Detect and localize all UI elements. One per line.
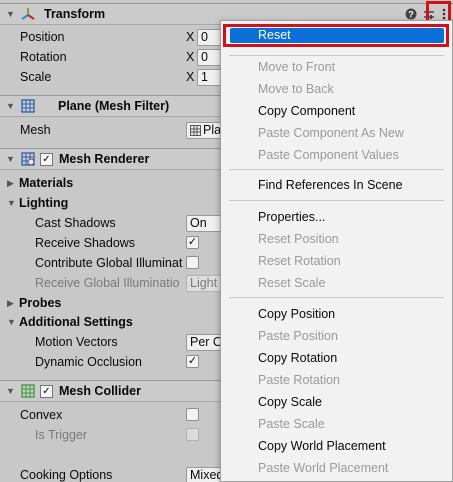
- receive-shadows-label: Receive Shadows: [35, 236, 136, 250]
- menu-item-reset-position[interactable]: Reset Position: [221, 228, 452, 250]
- scale-x-label: X: [186, 70, 195, 84]
- menu-item-paste-rotation[interactable]: Paste Rotation: [221, 369, 452, 391]
- additional-settings-section[interactable]: ▼ Additional Settings: [0, 312, 133, 332]
- mesh-label: Mesh: [20, 123, 51, 137]
- plane-title: Plane (Mesh Filter): [58, 99, 170, 113]
- menu-item-properties[interactable]: Properties...: [221, 206, 452, 228]
- menu-separator: [229, 297, 444, 298]
- position-label: Position: [20, 30, 65, 44]
- probes-section[interactable]: ▶ Probes: [0, 293, 61, 313]
- menu-item-find-references[interactable]: Find References In Scene: [221, 174, 452, 196]
- mesh-filter-grid-icon: [20, 98, 36, 114]
- lighting-label: Lighting: [19, 196, 69, 210]
- expand-arrow-icon: ▶: [7, 297, 14, 308]
- lighting-section[interactable]: ▼ Lighting: [0, 193, 68, 213]
- menu-item-move-to-front[interactable]: Move to Front: [221, 56, 452, 78]
- mesh-collider-enabled-checkbox[interactable]: ✓: [40, 384, 53, 398]
- position-x-label: X: [186, 30, 195, 44]
- mesh-renderer-enabled-checkbox[interactable]: ✓: [40, 152, 53, 166]
- is-trigger-label: Is Trigger: [35, 428, 88, 442]
- cast-shadows-label: Cast Shadows: [35, 216, 116, 230]
- materials-section[interactable]: ▶ Materials: [0, 173, 73, 193]
- menu-item-copy-position[interactable]: Copy Position: [221, 303, 452, 325]
- menu-item-paste-component-values[interactable]: Paste Component Values: [221, 144, 452, 166]
- menu-separator: [229, 200, 444, 201]
- collapse-arrow-icon: ▼: [7, 198, 16, 208]
- menu-item-copy-scale[interactable]: Copy Scale: [221, 391, 452, 413]
- is-trigger-checkbox[interactable]: [186, 428, 199, 441]
- convex-checkbox[interactable]: [186, 408, 199, 421]
- component-context-menu: Reset Move to Front Move to Back Copy Co…: [220, 20, 453, 482]
- transform-title: Transform: [44, 7, 106, 21]
- reset-highlight-box: [223, 24, 449, 47]
- contribute-gi-checkbox[interactable]: [186, 256, 199, 269]
- menu-item-paste-scale[interactable]: Paste Scale: [221, 413, 452, 435]
- mesh-collider-title: Mesh Collider: [59, 384, 141, 398]
- menu-item-paste-world-placement[interactable]: Paste World Placement: [221, 457, 452, 479]
- svg-text:?: ?: [408, 10, 414, 20]
- convex-label: Convex: [20, 408, 63, 422]
- menu-item-paste-position[interactable]: Paste Position: [221, 325, 452, 347]
- transform-axis-icon: [20, 6, 36, 22]
- menu-separator: [229, 169, 444, 170]
- collapse-arrow-icon[interactable]: ▼: [6, 386, 16, 396]
- contribute-gi-label: Contribute Global Illuminat: [35, 256, 183, 270]
- scale-label: Scale: [20, 70, 52, 84]
- menu-item-copy-component[interactable]: Copy Component: [221, 100, 452, 122]
- additional-settings-label: Additional Settings: [19, 315, 133, 329]
- dynamic-occlusion-checkbox[interactable]: ✓: [186, 355, 199, 368]
- menu-item-copy-world-placement[interactable]: Copy World Placement: [221, 435, 452, 457]
- probes-label: Probes: [19, 296, 62, 310]
- menu-item-move-to-back[interactable]: Move to Back: [221, 78, 452, 100]
- cooking-options-label: Cooking Options: [20, 468, 113, 482]
- menu-item-copy-rotation[interactable]: Copy Rotation: [221, 347, 452, 369]
- menu-item-reset-scale[interactable]: Reset Scale: [221, 272, 452, 294]
- menu-item-reset-rotation[interactable]: Reset Rotation: [221, 250, 452, 272]
- collapse-arrow-icon[interactable]: ▼: [6, 154, 16, 164]
- materials-label: Materials: [19, 176, 74, 190]
- mesh-grid-icon: [190, 125, 201, 138]
- collapse-arrow-icon: ▼: [7, 317, 16, 327]
- expand-arrow-icon: ▶: [7, 177, 14, 188]
- receive-gi-label: Receive Global Illuminatio: [35, 276, 180, 290]
- receive-shadows-checkbox[interactable]: ✓: [186, 236, 199, 249]
- mesh-value: Pla: [203, 123, 222, 137]
- rotation-x-label: X: [186, 50, 195, 64]
- mesh-collider-icon: [20, 383, 36, 399]
- mesh-renderer-title: Mesh Renderer: [59, 152, 150, 166]
- rotation-label: Rotation: [20, 50, 67, 64]
- dynamic-occlusion-label: Dynamic Occlusion: [35, 355, 142, 369]
- motion-vectors-label: Motion Vectors: [35, 335, 118, 349]
- collapse-arrow-icon[interactable]: ▼: [6, 101, 16, 111]
- collapse-arrow-icon[interactable]: ▼: [6, 9, 16, 19]
- menu-item-paste-component-as-new[interactable]: Paste Component As New: [221, 122, 452, 144]
- mesh-renderer-icon: [20, 151, 36, 167]
